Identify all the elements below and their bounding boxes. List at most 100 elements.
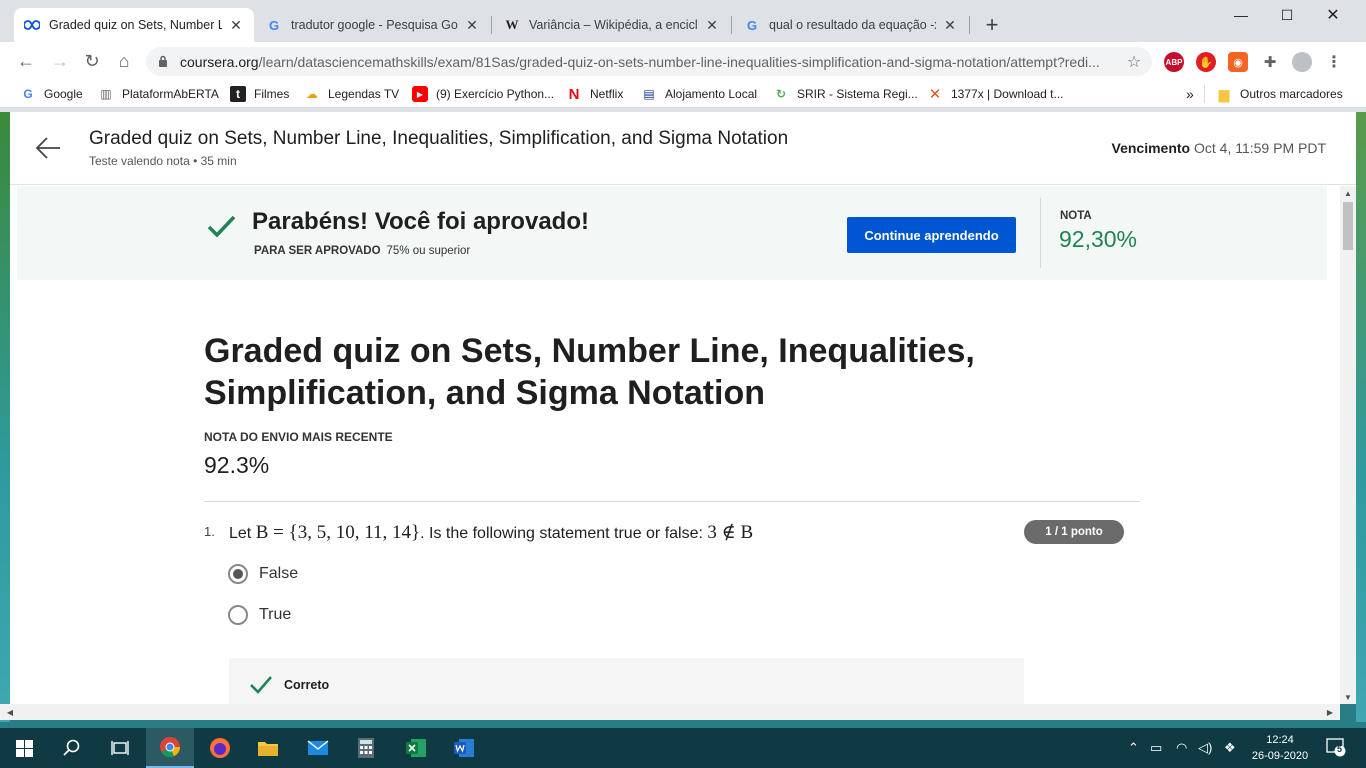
windows-start-icon[interactable] <box>0 728 48 768</box>
bookmark-legendas-tv[interactable]: ☁ Legendas TV <box>304 85 399 103</box>
vertical-scrollbar[interactable]: ▲ ▼ <box>1340 186 1356 704</box>
calculator-icon[interactable] <box>342 728 390 768</box>
netflix-icon: N <box>568 85 580 103</box>
quiz-header: Graded quiz on Sets, Number Line, Inequa… <box>10 112 1356 185</box>
question-math-statement: 3 ∉ B <box>707 522 754 543</box>
reload-icon[interactable]: ↻ <box>78 47 106 75</box>
extensions-puzzle-icon[interactable]: ✚ <box>1260 52 1280 72</box>
notifications-icon[interactable]: 5 <box>1326 737 1346 760</box>
flag-icon: ▤ <box>643 87 655 101</box>
battery-icon[interactable]: ▭ <box>1150 740 1162 756</box>
file-explorer-icon[interactable] <box>244 728 292 768</box>
bookmark-srir[interactable]: ↻ SRIR - Sistema Regi... <box>773 85 918 103</box>
back-icon[interactable]: ← <box>12 47 40 75</box>
recent-grade-label: NOTA DO ENVIO MAIS RECENTE <box>204 430 393 444</box>
google-icon: G <box>268 17 280 33</box>
pass-title: Parabéns! Você foi aprovado! <box>252 208 589 235</box>
grade-label: NOTA <box>1060 210 1092 222</box>
question-prefix: Let <box>229 525 252 542</box>
bookmark-google[interactable]: G Google <box>20 85 82 103</box>
close-tab-icon[interactable]: ✕ <box>704 17 720 33</box>
url-host: coursera.org <box>180 53 259 70</box>
swirl-icon: ↻ <box>775 87 787 101</box>
check-icon <box>249 674 273 696</box>
system-clock[interactable]: 12:24 26-09-2020 <box>1250 732 1310 764</box>
scroll-up-icon[interactable]: ▲ <box>1340 186 1356 200</box>
close-tab-icon[interactable]: ✕ <box>228 17 244 33</box>
other-bookmarks-folder[interactable]: ▆ Outros marcadores <box>1216 85 1343 103</box>
pass-label: PARA SER APROVADO <box>254 245 381 257</box>
lock-icon <box>158 55 170 69</box>
bookmarks-bar: G Google ▥ PlataformAbERTA t Filmes ☁ Legend… <box>0 80 1366 108</box>
rss-icon[interactable]: ◉ <box>1228 52 1248 72</box>
option-label: False <box>259 565 299 582</box>
t-icon: t <box>230 86 246 102</box>
word-icon[interactable] <box>440 728 488 768</box>
menu-dots-icon[interactable]: ⋮ <box>1324 52 1344 72</box>
bookmark-1377x[interactable]: ✕ 1377x | Download t... <box>927 85 1064 103</box>
home-icon[interactable]: ⌂ <box>110 47 138 75</box>
page-content: Graded quiz on Sets, Number Line, Inequa… <box>10 112 1356 704</box>
chevron-up-icon[interactable]: ⌃ <box>1128 740 1139 756</box>
header-subtitle: Teste valendo nota • 35 min <box>89 154 237 168</box>
option-true[interactable]: True <box>228 604 291 626</box>
more-bookmarks-button[interactable]: » <box>1186 85 1194 103</box>
option-false[interactable]: False <box>228 563 298 585</box>
due-label: Vencimento <box>1111 140 1191 156</box>
bookmark-filmes[interactable]: t Filmes <box>230 85 289 103</box>
close-tab-icon[interactable]: ✕ <box>464 17 480 33</box>
bookmark-label: PlataformAbERTA <box>122 87 219 101</box>
bookmark-plataformaberta[interactable]: ▥ PlataformAbERTA <box>98 85 219 103</box>
question-middle: . Is the following statement true or fal… <box>420 525 703 542</box>
continue-learning-button[interactable]: Continue aprendendo <box>847 217 1016 253</box>
forward-icon[interactable]: → <box>46 47 74 75</box>
close-window-icon[interactable]: ✕ <box>1310 0 1356 30</box>
firefox-icon[interactable] <box>196 728 244 768</box>
google-icon: G <box>746 17 758 33</box>
tab-wikipedia[interactable]: W Variância – Wikipédia, a enciclop ✕ <box>494 8 730 42</box>
back-arrow-icon[interactable] <box>34 136 62 160</box>
tab-graded-quiz[interactable]: Graded quiz on Sets, Number Lin ✕ <box>14 8 254 42</box>
tab-title: Graded quiz on Sets, Number Lin <box>49 18 222 32</box>
close-tab-icon[interactable]: ✕ <box>942 17 958 33</box>
scroll-left-icon[interactable]: ◀ <box>2 705 18 719</box>
tab-tradutor[interactable]: G tradutor google - Pesquisa Goog ✕ <box>256 8 490 42</box>
address-bar[interactable]: coursera.org/learn/datasciencemathskills… <box>146 47 1152 76</box>
due-date: Vencimento Oct 4, 11:59 PM PDT <box>1112 140 1327 156</box>
wifi-icon[interactable]: ◠ <box>1176 740 1187 756</box>
notification-count: 5 <box>1337 744 1343 754</box>
quiz-title: Graded quiz on Sets, Number Line, Inequa… <box>204 332 975 412</box>
adblock-icon[interactable]: ✋ <box>1196 52 1216 72</box>
folder-icon: ▆ <box>1218 85 1230 102</box>
scroll-thumb[interactable] <box>1343 202 1353 250</box>
bookmark-star-icon[interactable]: ☆ <box>1122 52 1146 72</box>
maximize-icon[interactable]: ☐ <box>1264 0 1310 30</box>
bookmark-alojamento-local[interactable]: ▤ Alojamento Local <box>641 85 757 103</box>
scroll-right-icon[interactable]: ▶ <box>1322 705 1338 719</box>
divider <box>204 501 1140 502</box>
scroll-down-icon[interactable]: ▼ <box>1340 690 1356 704</box>
feedback-box: Correto <box>229 658 1024 704</box>
task-view-icon[interactable] <box>96 728 144 768</box>
url-path: /learn/datasciencemathskills/exam/81Sas/… <box>258 53 1100 70</box>
volume-icon[interactable]: ◁) <box>1198 740 1212 756</box>
search-icon[interactable] <box>48 728 96 768</box>
radio-unselected-icon[interactable] <box>228 605 248 625</box>
horizontal-scrollbar[interactable]: ◀ ▶ <box>0 704 1340 720</box>
radio-selected-icon[interactable] <box>228 564 248 584</box>
bookmark-label: Netflix <box>590 87 624 101</box>
chrome-icon[interactable] <box>146 728 194 768</box>
bookmark-netflix[interactable]: N Netflix <box>566 85 624 103</box>
tab-equacao[interactable]: G qual o resultado da equação -x < ✕ <box>734 8 968 42</box>
dropbox-icon[interactable]: ❖ <box>1224 740 1236 756</box>
new-tab-button[interactable]: + <box>980 12 1004 38</box>
tab-separator <box>731 16 732 34</box>
mail-icon[interactable] <box>294 728 342 768</box>
excel-icon[interactable] <box>392 728 440 768</box>
adblock-plus-icon[interactable]: ABP <box>1164 52 1184 72</box>
profile-avatar-icon[interactable] <box>1292 52 1312 72</box>
minimize-icon[interactable]: — <box>1218 0 1264 30</box>
tab-separator <box>491 16 492 34</box>
bookmark-exercicio-python[interactable]: ▶ (9) Exercício Python... <box>412 85 554 103</box>
check-icon <box>205 210 237 242</box>
